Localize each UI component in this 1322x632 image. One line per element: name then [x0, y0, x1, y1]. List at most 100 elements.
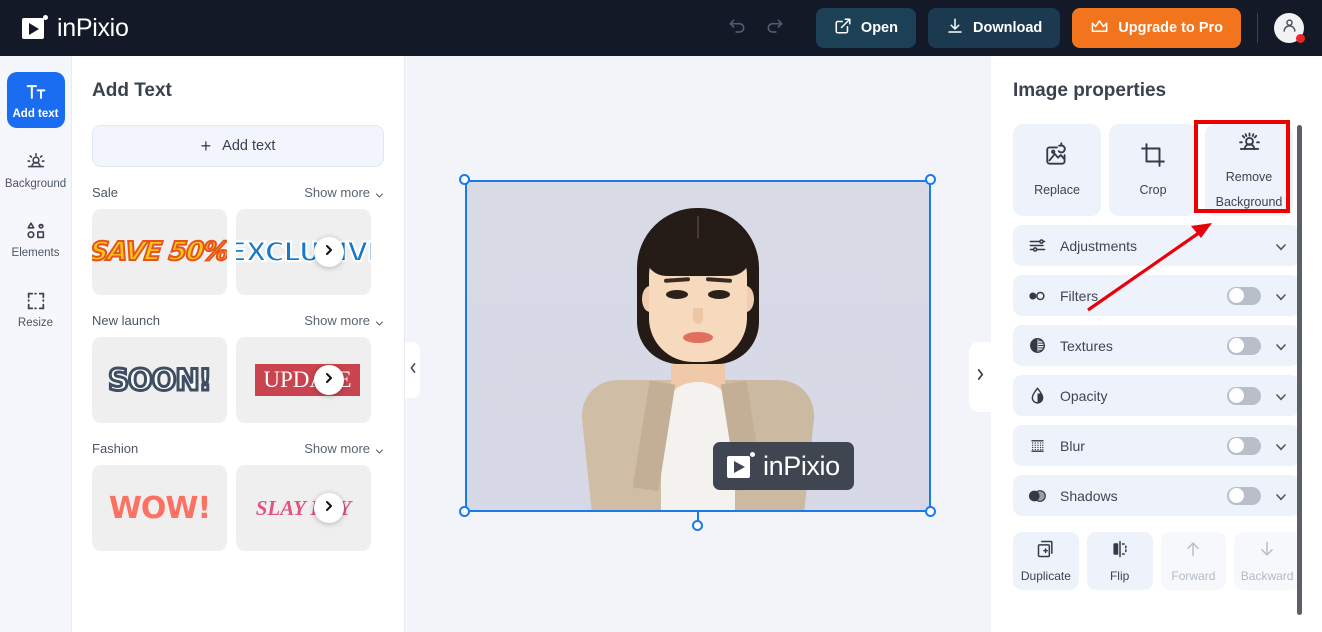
backward-button-label: Backward — [1240, 569, 1294, 583]
replace-button[interactable]: Replace — [1013, 124, 1101, 216]
template-thumb[interactable]: EXCLUSIVE — [236, 209, 371, 295]
template-thumb[interactable]: UPDATE — [236, 337, 371, 423]
chevron-down-icon[interactable] — [1275, 490, 1287, 502]
resize-handle-top-left[interactable] — [459, 174, 470, 185]
flip-button-label: Flip — [1109, 569, 1130, 583]
template-thumb[interactable]: SOON! — [92, 337, 227, 423]
template-thumb[interactable]: WOW! — [92, 465, 227, 551]
show-more-fashion[interactable]: Show more — [304, 441, 384, 456]
duplicate-button-label: Duplicate — [1020, 569, 1071, 583]
inpixio-watermark: inPixio — [713, 442, 854, 490]
property-row-adjustments[interactable]: Adjustments — [1013, 225, 1300, 266]
property-label: Textures — [1060, 337, 1113, 354]
template-carousel-fashion: WOW! SLAY DAY — [92, 465, 384, 551]
properties-title: Image properties — [1013, 80, 1167, 101]
crop-button[interactable]: Crop — [1109, 124, 1197, 216]
property-label: Adjustments — [1060, 237, 1138, 254]
upgrade-to-pro-button[interactable]: Upgrade to Pro — [1072, 8, 1241, 48]
chevron-down-icon[interactable] — [1275, 290, 1287, 302]
shadows-icon — [1026, 488, 1048, 504]
background-icon — [25, 151, 47, 173]
property-label: Opacity — [1060, 387, 1108, 404]
template-thumb[interactable]: SLAY DAY — [236, 465, 371, 551]
carousel-next-button-new-launch[interactable] — [314, 365, 344, 395]
property-row-blur[interactable]: Blur — [1013, 425, 1300, 466]
section-title: Fashion — [92, 441, 139, 456]
template-label: EXCLUSIVE — [236, 236, 371, 269]
shadows-toggle[interactable] — [1227, 486, 1261, 505]
filters-toggle[interactable] — [1227, 286, 1261, 305]
resize-handle-top-right[interactable] — [925, 174, 936, 185]
property-row-textures[interactable]: Textures — [1013, 325, 1300, 366]
undo-icon — [727, 17, 747, 40]
property-row-filters[interactable]: Filters — [1013, 275, 1300, 316]
textures-toggle[interactable] — [1227, 336, 1261, 355]
redo-button[interactable] — [756, 9, 794, 47]
resize-icon — [25, 290, 47, 312]
avatar[interactable] — [1274, 13, 1305, 43]
show-more-sale[interactable]: Show more — [304, 185, 384, 200]
flip-button[interactable]: Flip — [1086, 532, 1153, 590]
chevron-down-icon[interactable] — [1275, 340, 1287, 352]
template-label: SAVE 50% — [92, 236, 227, 268]
inpixio-logo-icon — [727, 452, 755, 480]
toolbar-divider — [1257, 13, 1258, 43]
undo-button[interactable] — [718, 9, 756, 47]
download-button-label: Download — [972, 20, 1043, 36]
crown-icon — [1090, 17, 1109, 40]
download-button[interactable]: Download — [927, 8, 1061, 48]
sidebar-item-label: Add text — [12, 108, 59, 120]
resize-handle-bottom-left[interactable] — [459, 506, 470, 517]
property-row-shadows[interactable]: Shadows — [1013, 475, 1300, 516]
show-more-label: Show more — [304, 185, 370, 200]
sidebar-item-elements[interactable]: Elements — [7, 211, 65, 267]
template-thumb[interactable]: SAVE 50% — [92, 209, 227, 295]
sidebar-item-resize[interactable]: Resize — [7, 281, 65, 337]
rotate-handle[interactable] — [692, 520, 703, 531]
collapse-right-panel-button[interactable] — [969, 342, 991, 412]
carousel-next-button-fashion[interactable] — [314, 493, 344, 523]
template-carousel-new-launch: SOON! UPDATE — [92, 337, 384, 423]
opacity-toggle[interactable] — [1227, 386, 1261, 405]
collapse-left-panel-button[interactable] — [405, 342, 420, 398]
sidebar-item-background[interactable]: Background — [5, 142, 66, 198]
remove-background-label-line1: Remove — [1225, 170, 1273, 185]
chevron-right-icon — [975, 368, 986, 386]
brand-logo[interactable]: inPixio — [22, 14, 129, 43]
arrow-down-icon — [1257, 539, 1277, 562]
chevron-down-icon[interactable] — [1275, 240, 1287, 252]
backward-button[interactable]: Backward — [1234, 532, 1300, 590]
forward-button-label: Forward — [1171, 569, 1216, 583]
resize-handle-bottom-right[interactable] — [925, 506, 936, 517]
editor-canvas[interactable]: inPixio — [405, 56, 991, 632]
selected-image[interactable]: inPixio — [465, 180, 931, 512]
open-button[interactable]: Open — [815, 8, 916, 48]
duplicate-button[interactable]: Duplicate — [1013, 532, 1079, 590]
sliders-icon — [1026, 236, 1048, 255]
carousel-next-button-sale[interactable] — [314, 237, 344, 267]
chevron-down-icon[interactable] — [1275, 390, 1287, 402]
section-title: Sale — [92, 185, 119, 200]
forward-button[interactable]: Forward — [1160, 532, 1227, 590]
section-header-new-launch: New launch Show more — [92, 313, 384, 328]
watermark-label: inPixio — [763, 450, 840, 481]
sidebar-item-add-text[interactable]: Add text — [6, 72, 65, 128]
replace-button-label: Replace — [1034, 182, 1080, 197]
blur-icon — [1026, 437, 1048, 455]
arrange-action-buttons: Duplicate Flip Forward Backward — [1013, 532, 1300, 590]
remove-background-button[interactable]: Remove Background — [1205, 124, 1293, 216]
property-label: Filters — [1060, 287, 1099, 304]
show-more-new-launch[interactable]: Show more — [304, 313, 384, 328]
chevron-down-icon — [375, 316, 384, 326]
chevron-left-icon — [408, 361, 418, 379]
property-row-opacity[interactable]: Opacity — [1013, 375, 1300, 416]
blur-toggle[interactable] — [1227, 436, 1261, 455]
top-toolbar-actions: Open Download Upgrade to Pro — [718, 8, 1322, 48]
template-label: SOON! — [107, 362, 214, 399]
chevron-down-icon[interactable] — [1275, 440, 1287, 452]
add-text-button[interactable]: + Add text — [92, 125, 384, 167]
upgrade-button-label: Upgrade to Pro — [1118, 20, 1223, 36]
duplicate-icon — [1036, 539, 1056, 562]
sidebar-item-label: Resize — [17, 316, 54, 329]
properties-panel-scrollbar[interactable] — [1297, 125, 1302, 615]
